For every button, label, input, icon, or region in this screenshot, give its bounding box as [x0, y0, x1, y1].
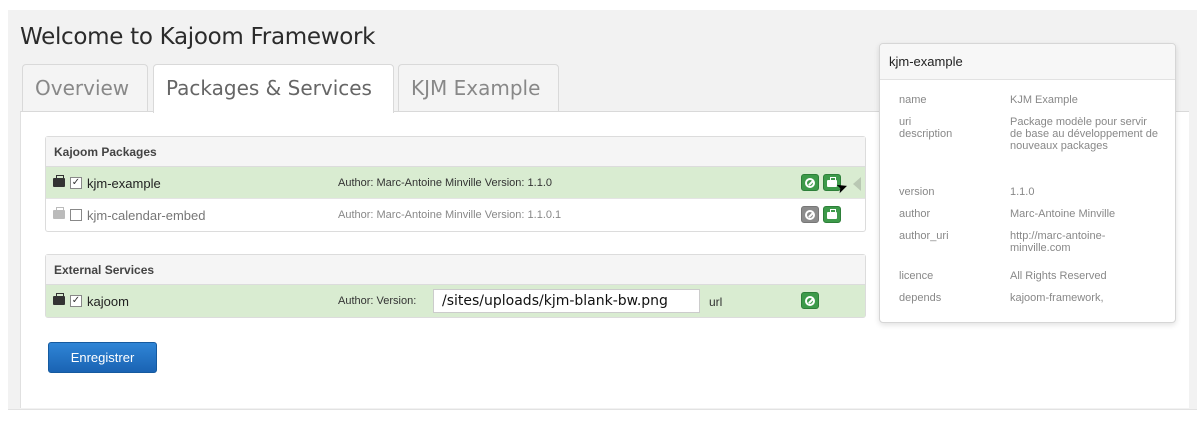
service-row-kajoom: ✓ kajoom Author: Version: url: [46, 285, 865, 317]
disable-button[interactable]: [801, 292, 819, 309]
package-author: Author: Marc-Antoine Minville Version: 1…: [338, 177, 552, 189]
prop-key-name: name: [899, 94, 927, 106]
save-button[interactable]: Enregistrer: [48, 342, 157, 373]
prop-value-licence: All Rights Reserved: [1010, 270, 1107, 282]
disable-button[interactable]: [801, 206, 819, 223]
tab-kjm-example[interactable]: KJM Example: [398, 64, 559, 112]
info-button[interactable]: [823, 206, 841, 223]
prop-key-licence: licence: [899, 270, 934, 282]
ban-icon: [805, 209, 815, 220]
prop-value-description: Package modèle pour servir de base au dé…: [1010, 116, 1159, 152]
prop-key-author: author: [899, 208, 931, 220]
briefcase-icon: [827, 209, 837, 219]
url-label: url: [709, 295, 723, 309]
package-row-kjm-example: ✓ kjm-example Author: Marc-Antoine Minvi…: [46, 167, 865, 199]
packages-section: Kajoom Packages ✓ kjm-example Author: Ma…: [45, 136, 866, 232]
service-name: kajoom: [87, 294, 129, 309]
packages-heading: Kajoom Packages: [46, 137, 865, 167]
prop-key-depends: depends: [899, 292, 942, 304]
package-checkbox[interactable]: [70, 209, 82, 221]
package-author: Author: Marc-Antoine Minville Version: 1…: [338, 209, 562, 221]
package-name: kjm-calendar-embed: [87, 208, 206, 223]
ban-icon: [805, 295, 815, 306]
prop-key-author-uri: author_uri: [899, 230, 949, 242]
disable-button[interactable]: [801, 174, 819, 191]
tab-packages-services[interactable]: Packages & Services: [153, 64, 394, 113]
prop-value-name: KJM Example: [1010, 94, 1078, 106]
ban-icon: [805, 177, 815, 188]
prop-key-version: version: [899, 186, 935, 198]
package-info-popover: kjm-example name KJM Example uri descrip…: [879, 43, 1176, 323]
pointer-arrow-icon: [853, 177, 861, 191]
page-title: Welcome to Kajoom Framework: [20, 24, 376, 50]
tab-overview[interactable]: Overview: [22, 64, 148, 112]
package-icon: [53, 293, 65, 305]
prop-key-uri-description: uri description: [899, 116, 953, 140]
prop-value-depends: kajoom-framework,: [1010, 292, 1104, 304]
services-heading: External Services: [46, 255, 865, 285]
package-icon: [53, 207, 65, 219]
package-icon: [53, 175, 65, 187]
popover-title: kjm-example: [880, 44, 1175, 80]
package-checkbox[interactable]: ✓: [70, 177, 82, 189]
service-author: Author: Version:: [338, 295, 417, 307]
prop-value-author-uri: http://marc-antoine-minville.com: [1010, 230, 1106, 254]
mouse-cursor-icon: ➤: [833, 177, 851, 197]
prop-value-author: Marc-Antoine Minville: [1010, 208, 1116, 220]
service-url-input[interactable]: [433, 289, 700, 313]
package-row-kjm-calendar-embed: kjm-calendar-embed Author: Marc-Antoine …: [46, 199, 865, 231]
prop-value-version: 1.1.0: [1010, 186, 1035, 198]
services-section: External Services ✓ kajoom Author: Versi…: [45, 254, 866, 318]
service-checkbox[interactable]: ✓: [70, 295, 82, 307]
package-name: kjm-example: [87, 176, 161, 191]
